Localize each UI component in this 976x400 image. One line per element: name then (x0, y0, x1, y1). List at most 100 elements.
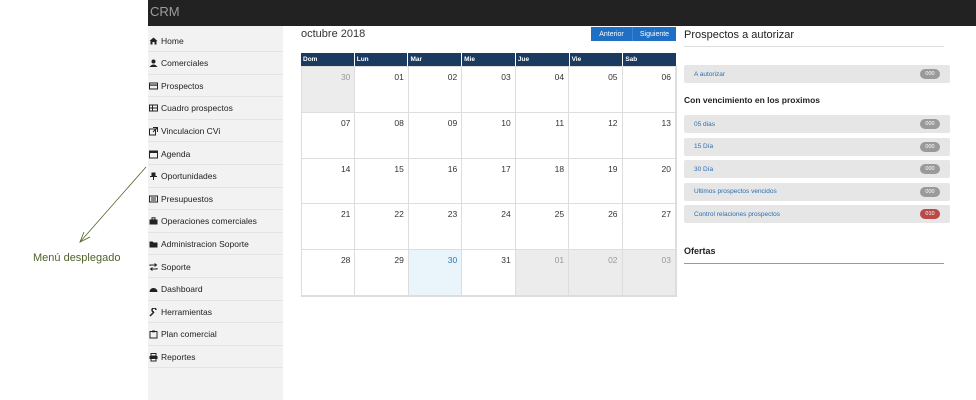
weekday-header: Dom (301, 53, 355, 66)
sidebar-item-label: Soporte (161, 261, 191, 272)
calendar-day-cell[interactable]: 03 (462, 67, 516, 113)
sidebar-item-vinculacion-cvi[interactable]: Vinculacion CVi (148, 120, 283, 143)
authorize-label: A autorizar (694, 70, 726, 78)
sidebar-item-label: Agenda (161, 148, 191, 159)
calendar-day-cell[interactable]: 04 (515, 67, 570, 113)
sidebar-item-herramientas[interactable]: Herramientas (148, 301, 283, 324)
weekday-header: Jue (515, 53, 570, 66)
clipboard-icon (149, 330, 158, 339)
expiring-prospects-item[interactable]: 30 Día 000 (684, 160, 950, 178)
sidebar-item-home[interactable]: Home (148, 30, 283, 52)
calendar-day-cell[interactable]: 30 (302, 67, 356, 113)
weekday-header: Sab (623, 53, 678, 66)
sidebar-item-label: Cuadro prospectos (161, 103, 233, 114)
calendar-day-cell[interactable]: 09 (408, 112, 463, 159)
top-navbar: CRM (148, 0, 976, 26)
print-icon (149, 352, 158, 362)
count-badge: 000 (920, 141, 940, 152)
expiring-prospects-item[interactable]: Ultimos prospectos vencidos 000 (684, 182, 950, 201)
brand-logo[interactable]: CRM (150, 4, 180, 19)
calendar-day-cell[interactable]: 23 (408, 204, 463, 251)
pin-icon (149, 172, 158, 181)
calendar-day-cell[interactable]: 14 (302, 158, 356, 205)
calendar-day-cell[interactable]: 16 (408, 158, 463, 205)
calendar-day-cell[interactable]: 19 (569, 158, 623, 205)
sidebar-item-label: Vinculacion CVi (161, 125, 221, 136)
authorize-item[interactable]: A autorizar 000 (684, 65, 950, 83)
weekday-header: Lun (354, 53, 409, 66)
sidebar-item-oportunidades[interactable]: Oportunidades (148, 166, 283, 188)
expiring-item-label: Control relaciones prospectos (694, 210, 780, 218)
calendar-day-cell[interactable]: 13 (622, 112, 676, 159)
calendar-day-cell[interactable]: 15 (355, 158, 409, 205)
calendar-day-cell[interactable]: 12 (569, 112, 623, 159)
count-badge: 000 (920, 186, 940, 197)
calendar-day-cell[interactable]: 18 (515, 158, 570, 205)
expiring-item-label: 30 Día (694, 165, 714, 173)
sidebar-item-plan-comercial[interactable]: Plan comercial (148, 324, 283, 346)
sidebar-item-agenda[interactable]: Agenda (148, 143, 283, 165)
calendar-day-cell[interactable]: 11 (515, 112, 570, 159)
sidebar-item-reportes[interactable]: Reportes (148, 346, 283, 369)
expiring-subtitle: Con vencimiento en los proximos (684, 95, 821, 105)
calendar-day-cell[interactable]: 29 (355, 250, 409, 296)
sidebar-item-comerciales[interactable]: Comerciales (148, 53, 283, 75)
previous-month-button[interactable]: Anterior (591, 27, 633, 41)
sidebar-item-administracion-soporte[interactable]: Administracion Soporte (148, 233, 283, 256)
prospects-authorize-title: Prospectos a autorizar (684, 29, 795, 41)
calendar-day-cell[interactable]: 07 (302, 112, 356, 159)
calendar-day-cell[interactable]: 01 (355, 67, 409, 113)
table-icon (149, 104, 158, 112)
calendar-day-cell[interactable]: 27 (622, 204, 676, 251)
sidebar-item-presupuestos[interactable]: Presupuestos (148, 188, 283, 211)
calendar-day-cell[interactable]: 31 (462, 250, 516, 296)
calendar-day-cell[interactable]: 24 (462, 204, 516, 251)
calendar-day-cell[interactable]: 20 (622, 158, 676, 205)
calendar-day-cell[interactable]: 22 (355, 204, 409, 251)
sidebar-item-label: Prospectos (161, 80, 204, 91)
weekday-header: Mie (462, 53, 516, 66)
authorize-count-badge: 000 (920, 69, 940, 79)
calendar-day-cell[interactable]: 02 (569, 250, 623, 296)
calendar-grid: 30 01 02 03 04 05 06 07 08 09 10 11 12 13 14 15 16 17 18 19… (301, 66, 677, 297)
weekday-header: Vie (569, 53, 624, 66)
list-icon (149, 195, 158, 203)
sidebar-item-operaciones-comerciales[interactable]: Operaciones comerciales (148, 211, 283, 233)
expiring-prospects-item[interactable]: 05 dias 000 (684, 115, 950, 133)
calendar-day-cell[interactable]: 05 (569, 67, 623, 113)
briefcase-icon (149, 217, 158, 225)
calendar-day-cell[interactable]: 26 (569, 204, 623, 251)
sidebar-item-dashboard[interactable]: Dashboard (148, 279, 283, 301)
sidebar-item-cuadro-prospectos[interactable]: Cuadro prospectos (148, 98, 283, 120)
ofertas-divider (684, 263, 944, 264)
dashboard-icon (149, 285, 158, 293)
calendar-day-cell[interactable]: 28 (302, 250, 356, 296)
sidebar-item-label: Herramientas (161, 306, 213, 317)
calendar-day-cell[interactable]: 02 (408, 67, 463, 113)
calendar-day-cell[interactable]: 21 (302, 204, 356, 251)
calendar-day-cell[interactable]: 17 (462, 158, 516, 205)
calendar-day-cell[interactable]: 10 (462, 112, 516, 159)
expiring-item-label: Ultimos prospectos vencidos (694, 188, 777, 195)
credit-card-icon (149, 82, 158, 90)
next-month-button[interactable]: Siguiente (633, 27, 676, 41)
calendar-day-cell[interactable]: 06 (622, 67, 676, 113)
expiring-item-label: 05 dias (694, 120, 715, 128)
count-badge: 000 (920, 119, 940, 129)
calendar-day-cell[interactable]: 30 (408, 250, 463, 296)
wrench-icon (149, 307, 158, 317)
calendar-day-cell[interactable]: 08 (355, 112, 409, 159)
calendar-day-cell[interactable]: 25 (515, 204, 570, 251)
calendar-day-cell[interactable]: 01 (515, 250, 570, 296)
expiring-prospects-item[interactable]: Control relaciones prospectos 010 (684, 205, 950, 223)
external-link-icon (149, 126, 158, 136)
count-badge: 010 (920, 209, 940, 219)
sidebar-item-soporte[interactable]: Soporte (148, 256, 283, 278)
expiring-prospects-item[interactable]: 15 Día 000 (684, 137, 950, 156)
sidebar-item-label: Operaciones comerciales (161, 216, 257, 227)
weekday-header: Mar (408, 53, 463, 66)
sidebar-item-label: Reportes (161, 351, 196, 362)
calendar-day-cell[interactable]: 03 (622, 250, 676, 296)
sidebar-item-label: Comerciales (161, 58, 209, 69)
sidebar-item-prospectos[interactable]: Prospectos (148, 75, 283, 98)
